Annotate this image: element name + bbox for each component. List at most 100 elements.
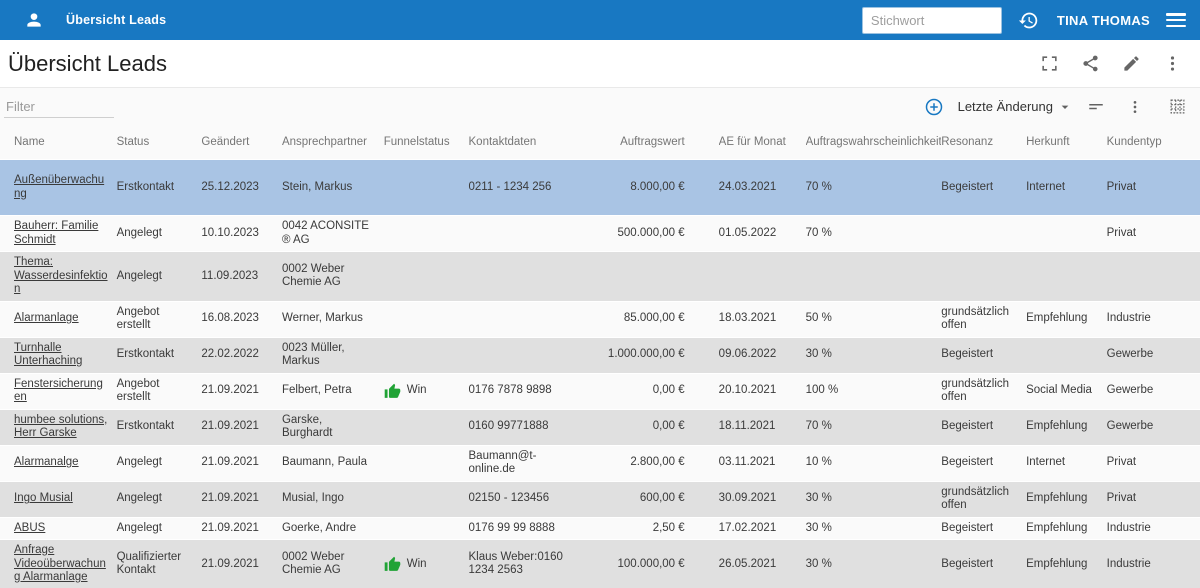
column-header-kundentyp[interactable]: Kundentyp bbox=[1107, 125, 1200, 160]
cell-auftragswert: 600,00 € bbox=[579, 481, 719, 517]
cell-status: Angelegt bbox=[117, 216, 202, 252]
cell-status: Erstkontakt bbox=[117, 160, 202, 216]
table-row[interactable]: ABUSAngelegt21.09.2021Goerke, Andre0176 … bbox=[0, 517, 1200, 540]
funnel-win-label: Win bbox=[407, 558, 427, 572]
table-row[interactable]: Thema: WasserdesinfektionAngelegt11.09.2… bbox=[0, 252, 1200, 302]
user-menu[interactable]: TINA THOMAS bbox=[1057, 13, 1150, 28]
history-icon[interactable] bbox=[1018, 10, 1039, 31]
table-row[interactable]: FenstersicherungenAngebot erstellt21.09.… bbox=[0, 373, 1200, 409]
cell-resonanz: grundsätzlich offen bbox=[941, 301, 1026, 337]
cell-kundentyp: Privat bbox=[1107, 481, 1200, 517]
cell-status: Erstkontakt bbox=[117, 337, 202, 373]
cell-resonanz: Begeistert bbox=[941, 337, 1026, 373]
add-circle-icon bbox=[924, 97, 944, 117]
cell-ansprechpartner: 0023 Müller, Markus bbox=[282, 337, 384, 373]
cell-herkunft: Empfehlung bbox=[1026, 481, 1107, 517]
table-row[interactable]: AlarmanalgeAngelegt21.09.2021Baumann, Pa… bbox=[0, 445, 1200, 481]
cell-herkunft: Internet bbox=[1026, 160, 1107, 216]
cell-ansprechpartner: Stein, Markus bbox=[282, 160, 384, 216]
cell-herkunft: Empfehlung bbox=[1026, 409, 1107, 445]
thumb-up-icon bbox=[384, 383, 401, 400]
lead-name-link[interactable]: Alarmanlage bbox=[14, 312, 79, 324]
column-header-auftragswert[interactable]: Auftragswert bbox=[579, 125, 719, 160]
table-row[interactable]: AlarmanlageAngebot erstellt16.08.2023Wer… bbox=[0, 301, 1200, 337]
table-row[interactable]: Anfrage Videoüberwachung AlarmanlageQual… bbox=[0, 540, 1200, 588]
sort-by-dropdown[interactable]: Letzte Änderung bbox=[958, 99, 1087, 115]
lead-name-link[interactable]: humbee solutions, Herr Garske bbox=[14, 414, 107, 440]
page-title: Übersicht Leads bbox=[8, 51, 167, 77]
cell-status: Angelegt bbox=[117, 481, 202, 517]
table-row[interactable]: Bauherr: Familie SchmidtAngelegt10.10.20… bbox=[0, 216, 1200, 252]
table-header-row: NameStatusGeändertAnsprechpartnerFunnels… bbox=[0, 125, 1200, 160]
cell-name: Thema: Wasserdesinfektion bbox=[0, 252, 117, 302]
lead-name-link[interactable]: Thema: Wasserdesinfektion bbox=[14, 256, 108, 295]
cell-funnelstatus bbox=[384, 337, 469, 373]
lead-name-link[interactable]: Ingo Musial bbox=[14, 492, 73, 504]
cell-funnelstatus bbox=[384, 216, 469, 252]
cell-kontaktdaten: 0211 - 1234 256 bbox=[469, 160, 579, 216]
cell-name: Außenüberwachung bbox=[0, 160, 117, 216]
cell-ansprechpartner: Goerke, Andre bbox=[282, 517, 384, 540]
add-lead-button[interactable] bbox=[924, 97, 958, 117]
lead-name-link[interactable]: Fenstersicherungen bbox=[14, 378, 103, 404]
leads-table-container: NameStatusGeändertAnsprechpartnerFunnels… bbox=[0, 125, 1200, 588]
cell-resonanz: Begeistert bbox=[941, 445, 1026, 481]
column-header-status[interactable]: Status bbox=[117, 125, 202, 160]
column-header-herkunft[interactable]: Herkunft bbox=[1026, 125, 1107, 160]
cell-wahrscheinlichkeit: 10 % bbox=[806, 445, 942, 481]
cell-wahrscheinlichkeit: 50 % bbox=[806, 301, 942, 337]
cell-ae_fuer_monat: 18.03.2021 bbox=[719, 301, 806, 337]
cell-herkunft: Empfehlung bbox=[1026, 301, 1107, 337]
edit-icon[interactable] bbox=[1122, 54, 1141, 73]
cell-kontaktdaten: 0176 7878 9898 bbox=[469, 373, 579, 409]
cell-name: Bauherr: Familie Schmidt bbox=[0, 216, 117, 252]
filter-input[interactable] bbox=[4, 96, 114, 118]
cell-kundentyp: Industrie bbox=[1107, 301, 1200, 337]
cell-resonanz bbox=[941, 216, 1026, 252]
table-row[interactable]: Turnhalle UnterhachingErstkontakt22.02.2… bbox=[0, 337, 1200, 373]
sort-icon[interactable] bbox=[1087, 98, 1105, 116]
column-header-wahrscheinlichkeit[interactable]: Auftragswahrscheinlichkeit bbox=[806, 125, 942, 160]
column-header-resonanz[interactable]: Resonanz bbox=[941, 125, 1026, 160]
more-vert-icon[interactable] bbox=[1127, 98, 1143, 116]
column-header-kontaktdaten[interactable]: Kontaktdaten bbox=[469, 125, 579, 160]
funnel-win-badge: Win bbox=[384, 556, 461, 573]
cell-herkunft bbox=[1026, 252, 1107, 302]
cell-kontaktdaten bbox=[469, 301, 579, 337]
lead-name-link[interactable]: Anfrage Videoüberwachung Alarmanlage bbox=[14, 544, 106, 583]
lead-name-link[interactable]: ABUS bbox=[14, 522, 45, 534]
table-row[interactable]: Ingo MusialAngelegt21.09.2021Musial, Ing… bbox=[0, 481, 1200, 517]
cell-funnelstatus bbox=[384, 160, 469, 216]
cell-auftragswert: 500.000,00 € bbox=[579, 216, 719, 252]
lead-name-link[interactable]: Außenüberwachung bbox=[14, 174, 104, 200]
cell-ansprechpartner: Musial, Ingo bbox=[282, 481, 384, 517]
column-header-ae_fuer_monat[interactable]: AE für Monat bbox=[719, 125, 806, 160]
cell-status: Angebot erstellt bbox=[117, 301, 202, 337]
menu-icon[interactable] bbox=[1166, 13, 1186, 27]
leads-table: NameStatusGeändertAnsprechpartnerFunnels… bbox=[0, 125, 1200, 588]
cell-wahrscheinlichkeit: 70 % bbox=[806, 160, 942, 216]
cell-funnelstatus bbox=[384, 481, 469, 517]
cell-status: Angelegt bbox=[117, 252, 202, 302]
cell-ae_fuer_monat: 01.05.2022 bbox=[719, 216, 806, 252]
lead-name-link[interactable]: Bauherr: Familie Schmidt bbox=[14, 220, 98, 246]
column-header-funnelstatus[interactable]: Funnelstatus bbox=[384, 125, 469, 160]
column-header-name[interactable]: Name bbox=[0, 125, 117, 160]
cell-status: Angelegt bbox=[117, 517, 202, 540]
lead-name-link[interactable]: Turnhalle Unterhaching bbox=[14, 342, 82, 368]
share-icon[interactable] bbox=[1081, 54, 1100, 73]
sort-by-label: Letzte Änderung bbox=[958, 99, 1053, 114]
column-header-geaendert[interactable]: Geändert bbox=[201, 125, 282, 160]
more-vert-icon[interactable] bbox=[1163, 54, 1182, 73]
grid-view-icon[interactable] bbox=[1169, 98, 1186, 115]
cell-name: Alarmanalge bbox=[0, 445, 117, 481]
cell-name: ABUS bbox=[0, 517, 117, 540]
cell-wahrscheinlichkeit: 100 % bbox=[806, 373, 942, 409]
fullscreen-icon[interactable] bbox=[1040, 54, 1059, 73]
table-row[interactable]: AußenüberwachungErstkontakt25.12.2023Ste… bbox=[0, 160, 1200, 216]
chevron-down-icon bbox=[1057, 99, 1073, 115]
column-header-ansprechpartner[interactable]: Ansprechpartner bbox=[282, 125, 384, 160]
search-input[interactable] bbox=[862, 7, 1002, 34]
table-row[interactable]: humbee solutions, Herr GarskeErstkontakt… bbox=[0, 409, 1200, 445]
lead-name-link[interactable]: Alarmanalge bbox=[14, 456, 79, 468]
